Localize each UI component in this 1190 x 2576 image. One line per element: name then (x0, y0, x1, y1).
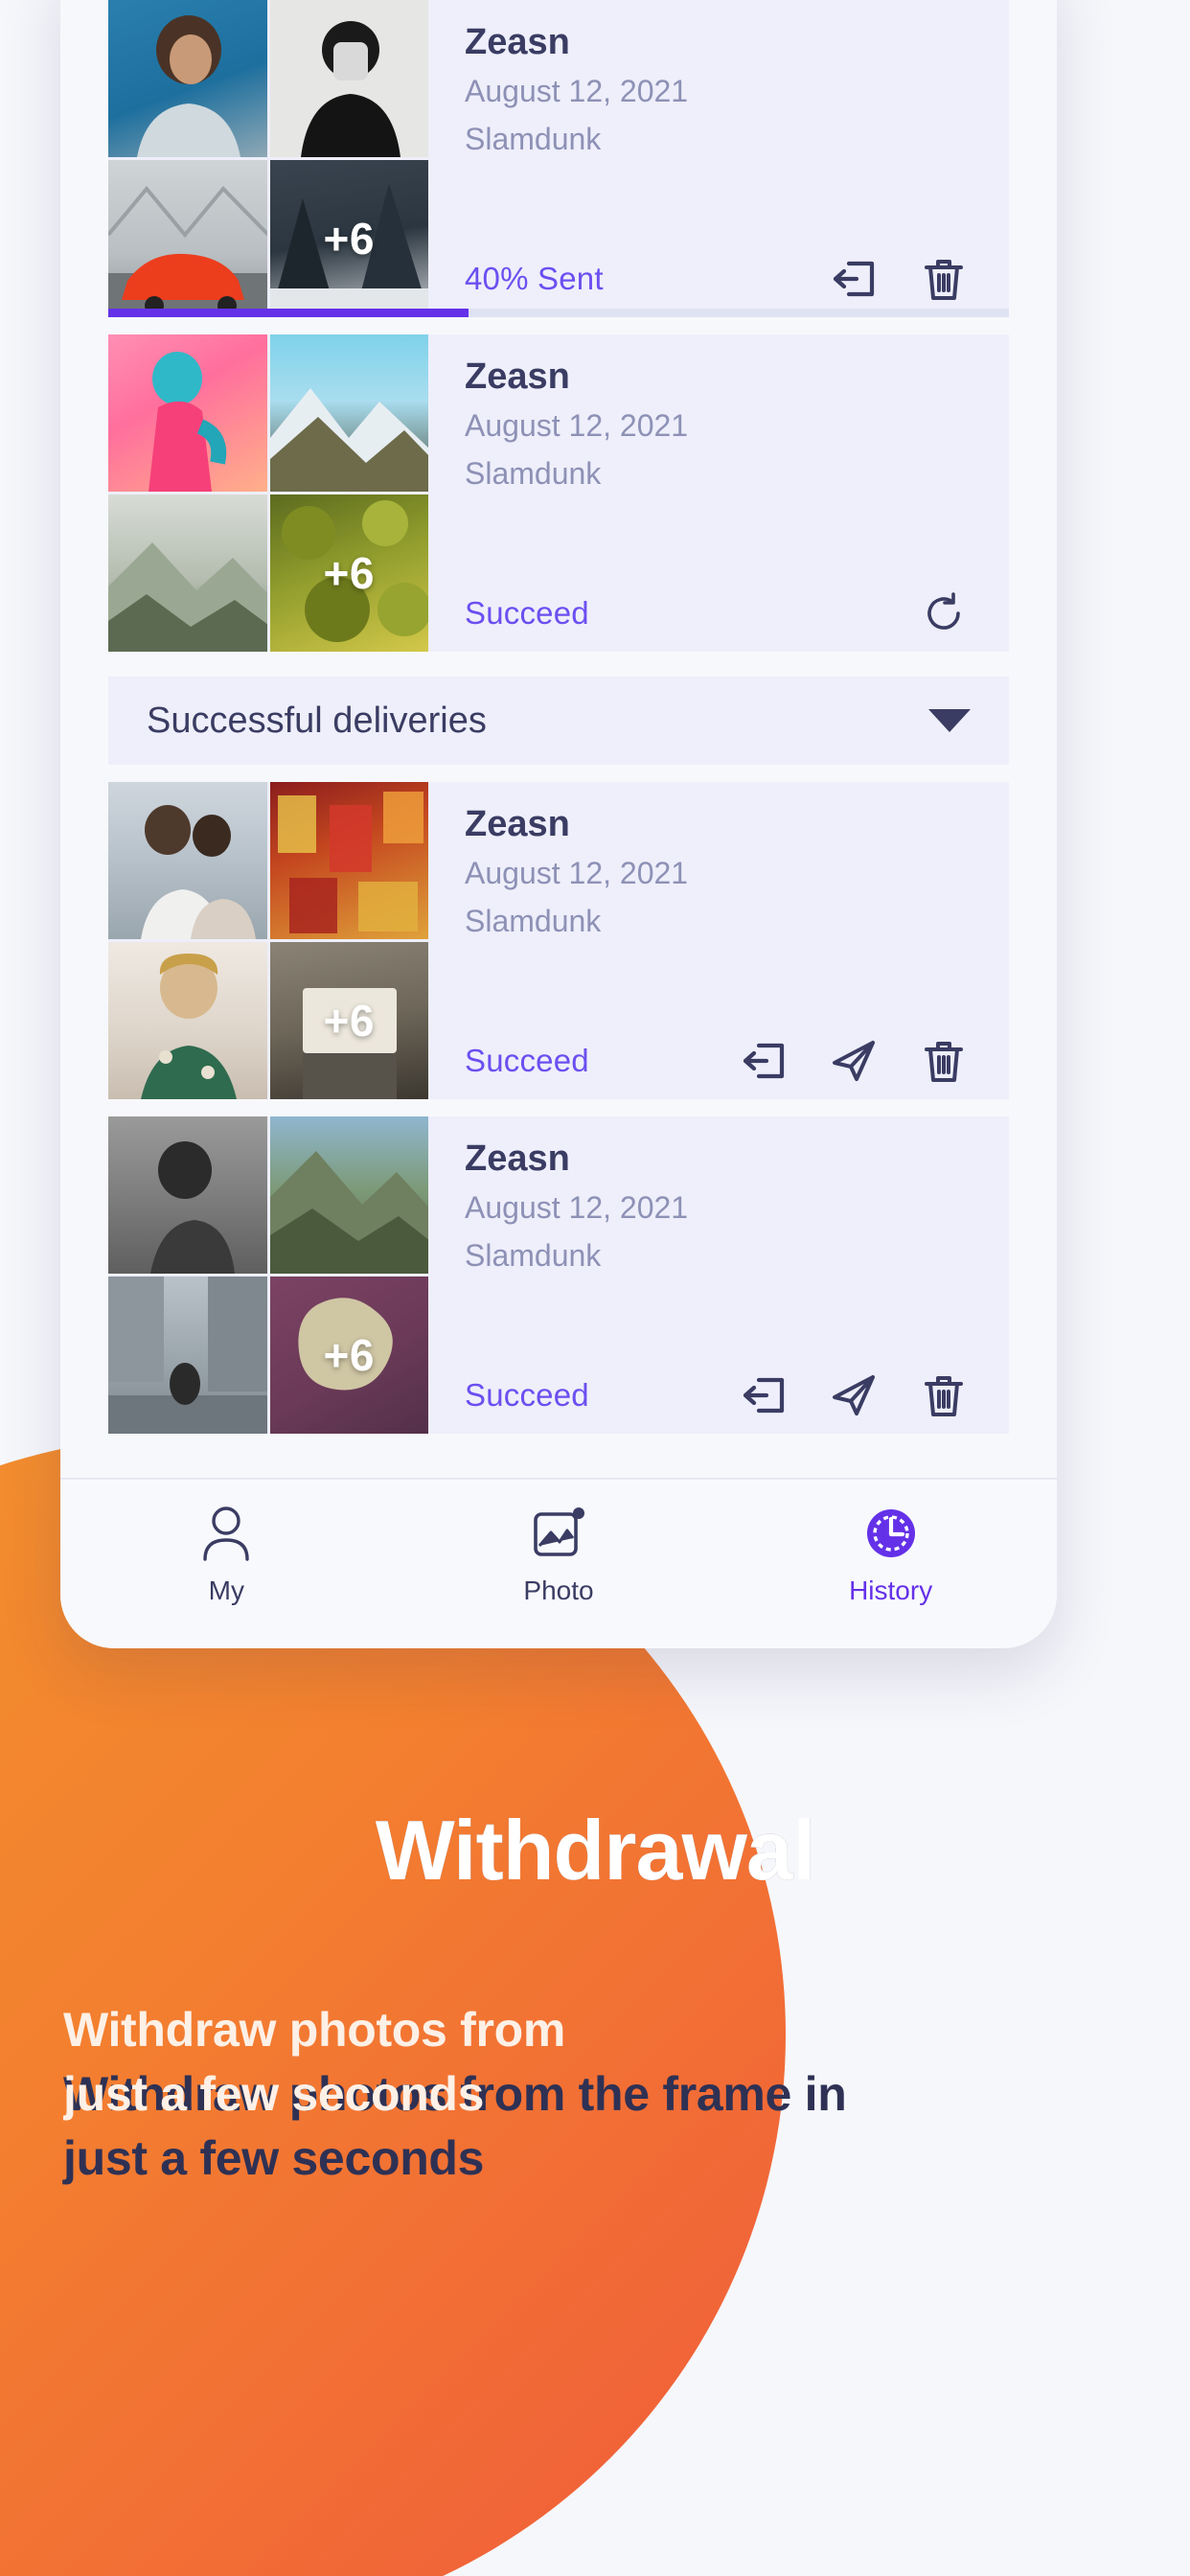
thumbnail-grid: +6 (108, 1116, 428, 1434)
thumbnail (269, 1116, 428, 1274)
delivery-date: August 12, 2021 (465, 73, 689, 108)
thumbnail-grid: +6 (108, 0, 428, 317)
marketing-subtitle-wrap: Withdraw photos from the frame in just a… (63, 1998, 1021, 2255)
action-buttons (921, 590, 980, 636)
send-icon[interactable] (831, 1038, 877, 1084)
tab-history[interactable]: History (795, 1505, 987, 1606)
thumbnail (108, 0, 267, 157)
thumbnail-overflow: +6 (269, 160, 428, 317)
album-name: Slamdunk (465, 1237, 602, 1273)
delivery-info: Zeasn August 12, 2021 Slamdunk Succeed (428, 782, 1009, 1099)
delivery-info: Zeasn August 12, 2021 Slamdunk 40% Sent (428, 0, 1009, 317)
delivery-info: Zeasn August 12, 2021 Slamdunk Succeed (428, 334, 1009, 652)
table-row[interactable]: +6 Zeasn August 12, 2021 Slamdunk 40% Se… (108, 0, 1009, 317)
status-badge: Succeed (465, 595, 589, 631)
send-icon[interactable] (831, 1372, 877, 1418)
sender-name: Zeasn (465, 22, 570, 62)
thumbnail (108, 1276, 267, 1434)
action-buttons (831, 256, 980, 302)
action-buttons (741, 1038, 980, 1084)
overflow-count: +6 (323, 214, 375, 264)
trash-icon[interactable] (921, 1372, 967, 1418)
thumbnail-grid: +6 (108, 782, 428, 1099)
page-subtitle-overlay: Withdraw photos from the frame in just a… (63, 2003, 847, 2121)
overflow-count: +6 (323, 1330, 375, 1380)
progress-track (108, 309, 1009, 317)
status-row: 40% Sent (465, 256, 980, 308)
thumbnail (108, 782, 267, 939)
page-title-base: Withdrawal (375, 1803, 816, 1898)
thumbnail (108, 334, 267, 492)
delivery-date: August 12, 2021 (465, 855, 689, 890)
action-buttons (741, 1372, 980, 1418)
photo-icon (531, 1505, 586, 1562)
sender-name: Zeasn (465, 1138, 570, 1179)
status-row: Succeed (465, 1372, 980, 1424)
table-row[interactable]: +6 Zeasn August 12, 2021 Slamdunk Succee… (108, 1116, 1009, 1434)
thumbnail (108, 1116, 267, 1274)
thumbnail (108, 494, 267, 652)
sender-name: Zeasn (465, 356, 570, 397)
delivery-info: Zeasn August 12, 2021 Slamdunk Succeed (428, 1116, 1009, 1434)
thumbnail-overflow: +6 (269, 942, 428, 1099)
thumbnail (108, 942, 267, 1099)
progress-fill (108, 309, 469, 317)
thumbnail (269, 334, 428, 492)
tab-photo[interactable]: Photo (463, 1505, 654, 1606)
marketing-headline-wrap: Withdrawal Withdrawal (0, 1802, 1190, 1899)
withdraw-icon[interactable] (741, 1372, 787, 1418)
page-subtitle: Withdraw photos from the frame in just a… (63, 1998, 847, 2255)
table-row[interactable]: +6 Zeasn August 12, 2021 Slamdunk Succee… (108, 334, 1009, 652)
refresh-icon[interactable] (921, 590, 967, 636)
withdraw-icon[interactable] (741, 1038, 787, 1084)
bottom-navigation: My Photo History (60, 1478, 1057, 1648)
sender-name: Zeasn (465, 804, 570, 844)
table-row[interactable]: +6 Zeasn August 12, 2021 Slamdunk Succee… (108, 782, 1009, 1099)
tab-label: History (849, 1576, 933, 1605)
overflow-count: +6 (323, 996, 375, 1046)
section-header-successful-deliveries[interactable]: Successful deliveries (108, 677, 1009, 765)
album-name: Slamdunk (465, 903, 602, 938)
page-root: +6 Zeasn August 12, 2021 Slamdunk 40% Se… (0, 0, 1190, 2576)
person-icon (200, 1505, 252, 1562)
thumbnail (269, 782, 428, 939)
status-badge: Succeed (465, 1377, 589, 1413)
thumbnail (108, 160, 267, 317)
page-subtitle-base: Withdraw photos from the frame in just a… (63, 2067, 847, 2185)
status-row: Succeed (465, 590, 980, 642)
tab-my[interactable]: My (130, 1505, 322, 1606)
overflow-count: +6 (323, 548, 375, 598)
status-badge: Succeed (465, 1043, 589, 1078)
trash-icon[interactable] (921, 1038, 967, 1084)
thumbnail-overflow: +6 (269, 494, 428, 652)
thumbnail-grid: +6 (108, 334, 428, 652)
history-list[interactable]: +6 Zeasn August 12, 2021 Slamdunk 40% Se… (60, 0, 1057, 1478)
trash-icon[interactable] (921, 256, 967, 302)
section-title: Successful deliveries (147, 700, 487, 741)
clock-icon (863, 1505, 919, 1562)
tab-label: Photo (523, 1576, 594, 1605)
delivery-date: August 12, 2021 (465, 407, 689, 443)
phone-frame: +6 Zeasn August 12, 2021 Slamdunk 40% Se… (60, 0, 1057, 1648)
chevron-down-icon[interactable] (928, 709, 971, 732)
app-screen: +6 Zeasn August 12, 2021 Slamdunk 40% Se… (60, 0, 1057, 1648)
tab-label: My (208, 1576, 244, 1605)
thumbnail-overflow: +6 (269, 1276, 428, 1434)
delivery-date: August 12, 2021 (465, 1189, 689, 1225)
status-badge: 40% Sent (465, 261, 604, 296)
withdraw-icon[interactable] (831, 256, 877, 302)
page-title: Withdrawal Withdrawal (375, 1802, 816, 1899)
album-name: Slamdunk (465, 455, 602, 491)
thumbnail (269, 0, 428, 157)
status-row: Succeed (465, 1038, 980, 1090)
album-name: Slamdunk (465, 121, 602, 156)
